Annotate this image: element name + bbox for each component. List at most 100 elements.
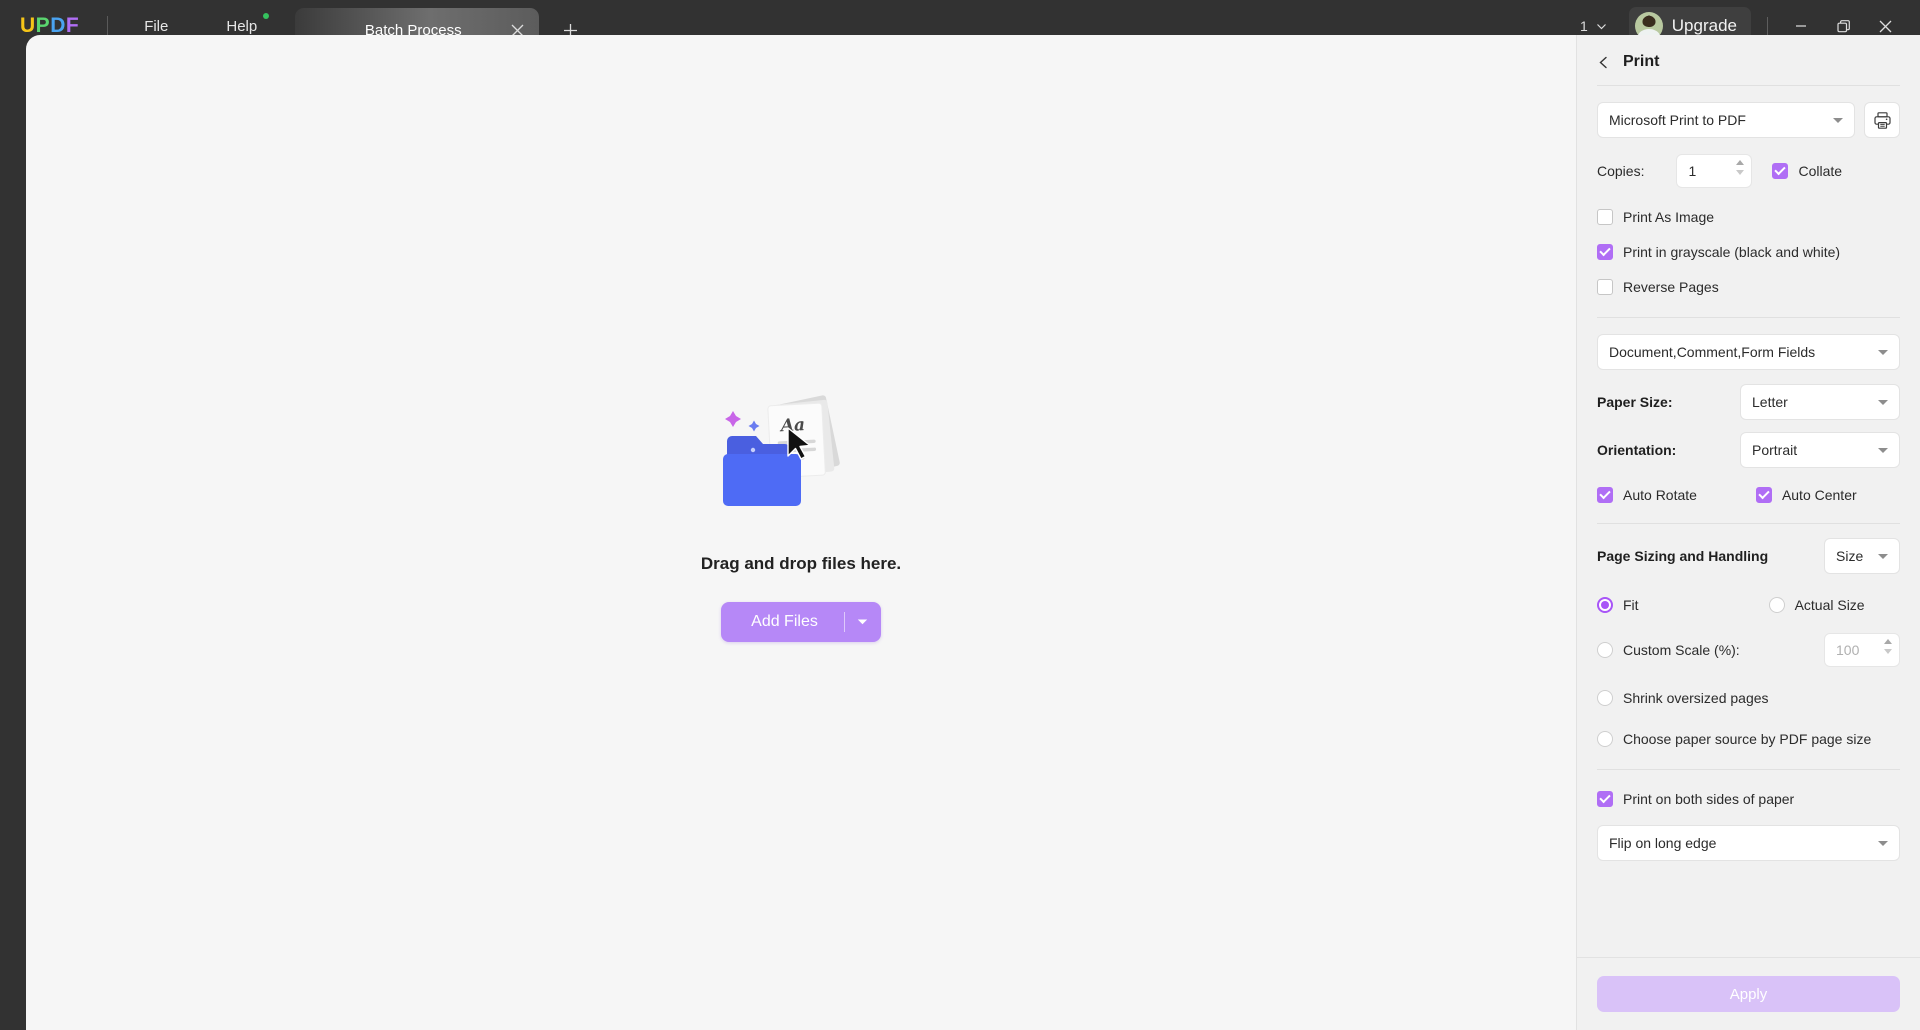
chevron-down-icon <box>1596 21 1607 32</box>
auto-center-label: Auto Center <box>1781 486 1857 503</box>
print-grayscale-label: Print in grayscale (black and white) <box>1623 243 1841 260</box>
fit-actual-row: Fit Actual Size <box>1597 592 1900 617</box>
copies-stepper[interactable]: 1 <box>1676 154 1753 188</box>
printer-select[interactable]: Microsoft Print to PDF <box>1597 102 1855 138</box>
print-panel-footer: Apply <box>1577 957 1920 1030</box>
window-controls-divider <box>1767 16 1768 36</box>
custom-scale-row: Custom Scale (%): 100 <box>1597 633 1900 667</box>
panel-title: Print <box>1623 53 1660 70</box>
reverse-pages-label: Reverse Pages <box>1623 278 1719 295</box>
actual-size-radio[interactable] <box>1768 596 1785 613</box>
chevron-down-icon <box>1833 117 1843 123</box>
logo-divider <box>107 16 109 36</box>
fit-radio-row[interactable]: Fit <box>1597 592 1639 617</box>
print-panel: Print Microsoft Print to PDF Copies: 1 C… <box>1576 35 1920 1030</box>
printer-select-value: Microsoft Print to PDF <box>1609 112 1746 128</box>
choose-paper-source-label: Choose paper source by PDF page size <box>1623 730 1872 747</box>
custom-scale-radio[interactable] <box>1597 642 1613 658</box>
actual-size-label: Actual Size <box>1794 596 1865 613</box>
stepper-up-icon[interactable] <box>1736 160 1745 165</box>
help-notification-dot <box>263 12 270 19</box>
copies-value: 1 <box>1688 163 1697 179</box>
chevron-down-icon <box>1878 399 1888 405</box>
duplex-label: Print on both sides of paper <box>1623 790 1795 807</box>
auto-rotate-row[interactable]: Auto Rotate <box>1597 482 1697 507</box>
file-dropzone[interactable]: Aa Drag and drop files here. Add Files <box>26 35 1576 995</box>
page-count-selector[interactable]: 1 <box>1580 18 1607 34</box>
page-sizing-mode-value: Size <box>1836 548 1864 564</box>
menu-file-label: File <box>144 17 169 35</box>
menu-help-label: Help <box>226 17 258 35</box>
collate-checkbox-row[interactable]: Collate <box>1772 159 1842 184</box>
choose-paper-source-radio[interactable] <box>1597 730 1613 747</box>
print-grayscale-checkbox[interactable] <box>1597 243 1613 260</box>
collate-checkbox[interactable] <box>1772 163 1789 179</box>
duplex-mode-value: Flip on long edge <box>1609 835 1717 851</box>
content-select-value: Document,Comment,Form Fields <box>1609 344 1816 360</box>
drop-files-illustration: Aa <box>716 388 886 528</box>
copies-label: Copies: <box>1597 163 1645 179</box>
orientation-select[interactable]: Portrait <box>1740 432 1900 468</box>
add-files-button[interactable]: Add Files <box>721 602 881 642</box>
auto-options-row: Auto Rotate Auto Center <box>1597 482 1900 507</box>
custom-scale-radio-row[interactable]: Custom Scale (%): <box>1597 638 1740 663</box>
duplex-divider <box>1597 769 1900 770</box>
print-as-image-label: Print As Image <box>1623 208 1715 225</box>
paper-size-select[interactable]: Letter <box>1740 384 1900 420</box>
shrink-oversized-label: Shrink oversized pages <box>1623 689 1769 706</box>
stepper-arrows[interactable] <box>1736 160 1745 175</box>
actual-size-radio-row[interactable]: Actual Size <box>1768 592 1865 617</box>
options-divider <box>1597 317 1900 318</box>
auto-center-row[interactable]: Auto Center <box>1755 482 1857 507</box>
chevron-down-icon <box>1878 447 1888 453</box>
printer-icon[interactable] <box>1864 102 1900 138</box>
sizing-divider <box>1597 523 1900 524</box>
chevron-left-icon[interactable] <box>1597 56 1610 69</box>
stepper-down-icon[interactable] <box>1736 170 1745 175</box>
shrink-oversized-row[interactable]: Shrink oversized pages <box>1597 685 1900 710</box>
drop-instruction-text: Drag and drop files here. <box>700 554 902 573</box>
page-count-value: 1 <box>1579 18 1588 34</box>
collate-label: Collate <box>1798 163 1843 179</box>
reverse-pages-row[interactable]: Reverse Pages <box>1597 274 1900 299</box>
fit-radio[interactable] <box>1597 596 1613 613</box>
content-select[interactable]: Document,Comment,Form Fields <box>1597 334 1900 370</box>
chevron-down-icon <box>1878 349 1888 355</box>
duplex-row[interactable]: Print on both sides of paper <box>1597 786 1900 811</box>
print-grayscale-row[interactable]: Print in grayscale (black and white) <box>1597 239 1900 264</box>
orientation-value: Portrait <box>1752 442 1798 458</box>
page-sizing-row: Page Sizing and Handling Size <box>1597 538 1900 574</box>
add-files-label: Add Files <box>751 613 818 630</box>
orientation-label: Orientation: <box>1597 442 1677 458</box>
chevron-down-icon <box>1878 840 1888 846</box>
auto-center-checkbox[interactable] <box>1755 486 1772 503</box>
duplex-mode-select[interactable]: Flip on long edge <box>1597 825 1900 861</box>
duplex-checkbox[interactable] <box>1597 790 1613 807</box>
fit-label: Fit <box>1623 596 1639 613</box>
print-options-group: Print As Image Print in grayscale (black… <box>1597 204 1900 299</box>
auto-rotate-label: Auto Rotate <box>1623 486 1697 503</box>
auto-rotate-checkbox[interactable] <box>1597 486 1613 503</box>
custom-scale-label: Custom Scale (%): <box>1623 642 1740 658</box>
upgrade-label: Upgrade <box>1671 16 1737 35</box>
printer-row: Microsoft Print to PDF <box>1597 102 1900 138</box>
print-panel-header: Print <box>1577 35 1920 85</box>
shrink-oversized-radio[interactable] <box>1597 689 1613 706</box>
apply-label: Apply <box>1729 985 1768 1003</box>
reverse-pages-checkbox[interactable] <box>1597 278 1613 295</box>
orientation-row: Orientation: Portrait <box>1597 432 1900 468</box>
stepper-up-icon[interactable] <box>1884 639 1892 644</box>
print-as-image-row[interactable]: Print As Image <box>1597 204 1900 229</box>
custom-scale-stepper[interactable]: 100 <box>1824 633 1900 667</box>
custom-scale-value: 100 <box>1836 642 1860 658</box>
print-as-image-checkbox[interactable] <box>1597 208 1613 225</box>
stepper-down-icon[interactable] <box>1884 649 1892 654</box>
choose-paper-source-row[interactable]: Choose paper source by PDF page size <box>1597 726 1900 751</box>
page-sizing-label: Page Sizing and Handling <box>1597 548 1769 564</box>
chevron-down-icon[interactable] <box>845 618 881 626</box>
page-sizing-mode-select[interactable]: Size <box>1824 538 1900 574</box>
print-panel-body: Microsoft Print to PDF Copies: 1 Collate… <box>1577 86 1920 957</box>
chevron-down-icon <box>1878 553 1888 559</box>
apply-button[interactable]: Apply <box>1597 976 1900 1012</box>
stepper-arrows[interactable] <box>1884 639 1892 654</box>
